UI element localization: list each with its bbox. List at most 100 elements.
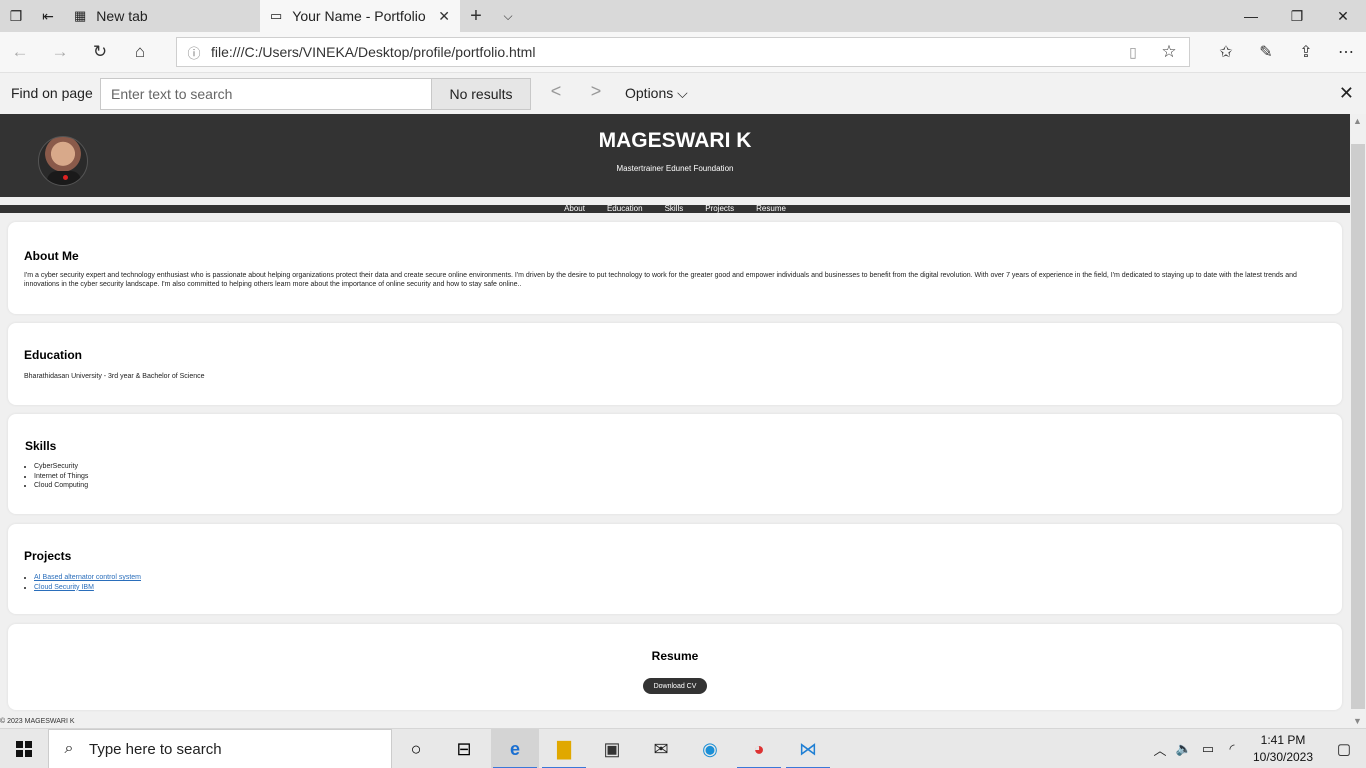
home-button[interactable]: ⌂ [120, 32, 160, 72]
file-explorer-icon[interactable]: ▇ [540, 729, 588, 768]
tab-portfolio[interactable]: ▭ Your Name - Portfolio ✕ [260, 0, 460, 32]
taskbar: ⌕ Type here to search ○ ⊟ e ▇ ▣ ✉ ◉ ◕ ⋈ … [0, 728, 1366, 768]
share-icon[interactable]: ⇪ [1286, 32, 1326, 72]
find-bar: Find on page No results < > Options ⌵ ✕ [0, 72, 1366, 114]
info-icon[interactable]: ⓘ [177, 43, 211, 62]
wifi-icon[interactable]: ◜ [1220, 741, 1244, 757]
list-item: Internet of Things [34, 472, 88, 482]
toolbar-right: ✩ ✎ ⇪ ⋯ [1206, 32, 1366, 72]
minimize-icon[interactable]: — [1228, 0, 1274, 32]
projects-heading: Projects [24, 549, 72, 563]
education-heading: Education [24, 348, 83, 362]
vscode-icon[interactable]: ⋈ [784, 729, 832, 768]
project-link[interactable]: AI Based alternator control system [34, 574, 141, 581]
project-link[interactable]: Cloud Security IBM [34, 584, 94, 591]
cortana-icon[interactable]: ○ [392, 729, 440, 768]
restore-icon[interactable]: ❐ [1274, 0, 1320, 32]
notification-icon[interactable]: ▢ [1322, 740, 1366, 758]
projects-list: AI Based alternator control system Cloud… [34, 573, 141, 592]
about-text: I'm a cyber security expert and technolo… [24, 272, 1297, 288]
address-bar-row: ← → ↻ ⌂ ⓘ file:///C:/Users/VINEKA/Deskto… [0, 32, 1366, 72]
projects-section: Projects AI Based alternator control sys… [8, 524, 1342, 614]
mail-icon[interactable]: ✉ [637, 729, 685, 768]
clock-date: 10/30/2023 [1252, 750, 1314, 764]
system-tray: ︿ 🔈 ▭ ◜ 1:41 PM 10/30/2023 ▢ [1148, 729, 1366, 768]
taskbar-search[interactable]: ⌕ Type here to search [48, 729, 392, 768]
scrollbar[interactable]: ▲ ▼ [1350, 114, 1366, 728]
more-icon[interactable]: ⋯ [1326, 32, 1366, 72]
education-section: Education Bharathidasan University - 3rd… [8, 323, 1342, 405]
chevron-up-icon[interactable]: ︿ [1148, 740, 1172, 759]
tab-actions-icon[interactable]: ❐ [0, 0, 32, 32]
search-icon: ⌕ [64, 740, 74, 757]
edge-icon[interactable]: e [491, 729, 539, 768]
skills-section: Skills CyberSecurity Internet of Things … [8, 414, 1342, 514]
find-options-button[interactable]: Options ⌵ [625, 85, 688, 102]
about-heading: About Me [24, 249, 79, 263]
favorites-icon[interactable]: ✩ [1206, 32, 1246, 72]
start-button[interactable] [0, 729, 48, 768]
site-tagline: Mastertrainer Edunet Foundation [616, 164, 734, 173]
avatar-badge [63, 175, 68, 180]
find-previous-icon[interactable]: < [543, 81, 569, 107]
find-results: No results [431, 78, 531, 110]
list-item: Cloud Security IBM [34, 583, 141, 593]
refresh-button[interactable]: ↻ [80, 32, 120, 72]
find-next-icon[interactable]: > [583, 81, 609, 107]
store-icon[interactable]: ▣ [588, 729, 636, 768]
chevron-down-icon[interactable]: ⌵ [492, 0, 524, 32]
list-item: CyberSecurity [34, 462, 88, 472]
url-text[interactable]: file:///C:/Users/VINEKA/Desktop/profile/… [211, 44, 1117, 60]
edge-chromium-icon[interactable]: ◉ [686, 729, 734, 768]
list-item: Cloud Computing [34, 481, 88, 491]
page-viewport: MAGESWARI K Mastertrainer Edunet Foundat… [0, 114, 1350, 728]
nav-about[interactable]: About [564, 205, 585, 213]
address-bar[interactable]: ⓘ file:///C:/Users/VINEKA/Desktop/profil… [176, 37, 1190, 67]
scroll-up-icon[interactable]: ▲ [1353, 116, 1362, 126]
page-icon: ▭ [270, 8, 283, 23]
site-nav: About Education Skills Projects Resume [0, 205, 1350, 213]
tab-label: Your Name - Portfolio [292, 8, 426, 24]
reading-view-icon[interactable]: ▯ [1117, 44, 1149, 61]
tab-new-tab[interactable]: ▦ New tab [64, 0, 260, 32]
find-input[interactable] [100, 78, 432, 110]
close-window-icon[interactable]: ✕ [1320, 0, 1366, 32]
nav-skills[interactable]: Skills [665, 205, 684, 213]
nav-education[interactable]: Education [607, 205, 643, 213]
chrome-icon[interactable]: ◕ [735, 729, 783, 768]
close-find-icon[interactable]: ✕ [1339, 83, 1354, 104]
favorite-star-icon[interactable]: ☆ [1149, 42, 1189, 62]
download-cv-button[interactable]: Download CV [643, 678, 707, 694]
windows-icon [16, 741, 32, 757]
scroll-down-icon[interactable]: ▼ [1353, 716, 1362, 726]
resume-heading: Resume [651, 649, 699, 663]
forward-button[interactable]: → [40, 32, 80, 72]
clock-time: 1:41 PM [1260, 733, 1306, 747]
close-tab-icon[interactable]: ✕ [438, 8, 450, 25]
window-controls: — ❐ ✕ [1228, 0, 1366, 32]
list-item: AI Based alternator control system [34, 573, 141, 583]
taskbar-search-placeholder: Type here to search [89, 740, 222, 758]
set-aside-tabs-icon[interactable]: ⇤ [32, 0, 64, 32]
new-tab-icon: ▦ [74, 8, 87, 23]
options-label: Options [625, 85, 674, 101]
tab-bar: ❐ ⇤ ▦ New tab ▭ Your Name - Portfolio ✕ … [0, 0, 1366, 32]
site-footer: © 2023 MAGESWARI K [0, 718, 75, 725]
new-tab-button[interactable]: + [460, 0, 492, 32]
pen-icon[interactable]: ✎ [1246, 32, 1286, 72]
site-title: MAGESWARI K [598, 129, 752, 152]
clock[interactable]: 1:41 PM 10/30/2023 [1244, 732, 1322, 766]
tab-label: New tab [96, 8, 148, 24]
nav-resume[interactable]: Resume [756, 205, 786, 213]
volume-icon[interactable]: 🔈 [1172, 741, 1196, 757]
skills-list: CyberSecurity Internet of Things Cloud C… [34, 462, 88, 491]
about-section: About Me I'm a cyber security expert and… [8, 222, 1342, 314]
find-label: Find on page [11, 85, 93, 101]
battery-icon[interactable]: ▭ [1196, 741, 1220, 757]
task-view-icon[interactable]: ⊟ [440, 729, 488, 768]
skills-heading: Skills [25, 439, 57, 453]
nav-projects[interactable]: Projects [705, 205, 734, 213]
back-button[interactable]: ← [0, 32, 40, 72]
scrollbar-thumb[interactable] [1351, 144, 1365, 709]
education-text: Bharathidasan University - 3rd year & Ba… [24, 373, 205, 380]
